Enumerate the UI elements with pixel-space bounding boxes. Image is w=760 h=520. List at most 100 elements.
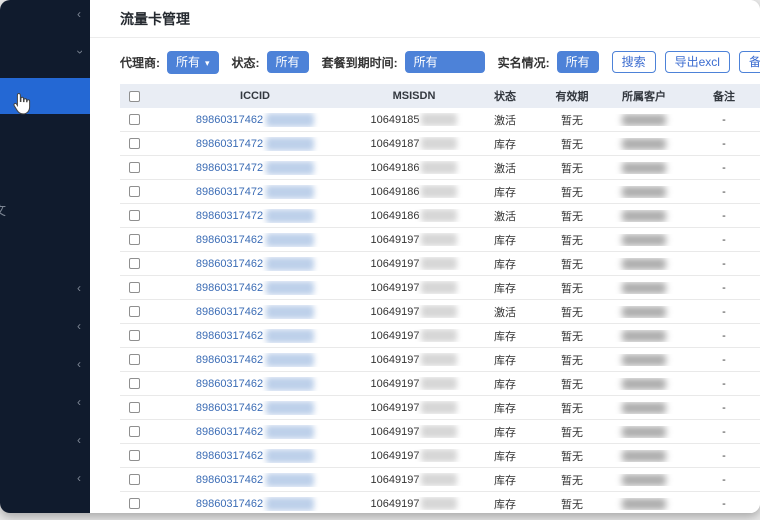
customer-cell — [600, 138, 688, 150]
chevron-left-icon[interactable]: ‹ — [77, 320, 81, 332]
row-checkbox[interactable] — [129, 258, 140, 269]
title-divider — [90, 37, 760, 38]
filter-bar: 代理商: 所有▾ 状态: 所有 套餐到期时间: 所有 实名情况: 所有 搜索 导… — [120, 49, 760, 75]
iccid-link[interactable]: 89860317462 — [196, 258, 263, 270]
iccid-cell: 89860317462 — [148, 353, 362, 367]
validity-cell: 暂无 — [544, 328, 600, 344]
select-all-checkbox[interactable] — [129, 91, 140, 102]
row-checkbox-cell — [120, 138, 148, 149]
redacted-iccid-suffix — [266, 425, 314, 439]
remark-cell: - — [688, 162, 760, 174]
redacted-customer-name — [622, 450, 666, 462]
msisdn-cell: 10649197 — [362, 233, 466, 246]
remark-cell: - — [688, 114, 760, 126]
validity-cell: 暂无 — [544, 112, 600, 128]
row-checkbox[interactable] — [129, 210, 140, 221]
sidebar-collapse-icon[interactable]: ‹ — [77, 8, 81, 20]
status-cell: 激活 — [466, 304, 544, 320]
chevron-left-icon[interactable]: ‹ — [77, 434, 81, 446]
iccid-link[interactable]: 89860317472 — [196, 162, 263, 174]
validity-cell: 暂无 — [544, 208, 600, 224]
redacted-customer-name — [622, 330, 666, 342]
row-checkbox-cell — [120, 282, 148, 293]
filter-agent-dropdown[interactable]: 所有▾ — [167, 51, 219, 74]
msisdn-cell: 10649197 — [362, 473, 466, 486]
row-checkbox[interactable] — [129, 402, 140, 413]
main-content: 流量卡管理 代理商: 所有▾ 状态: 所有 套餐到期时间: 所有 实名情况: 所… — [90, 0, 760, 513]
dropdown-caret-icon: ▾ — [205, 58, 210, 68]
iccid-link[interactable]: 89860317462 — [196, 234, 263, 246]
chevron-down-icon[interactable]: ‹ — [73, 50, 85, 54]
row-checkbox[interactable] — [129, 498, 140, 509]
iccid-link[interactable]: 89860317462 — [196, 282, 263, 294]
msisdn-cell: 10649197 — [362, 353, 466, 366]
iccid-link[interactable]: 89860317472 — [196, 186, 263, 198]
iccid-link[interactable]: 89860317462 — [196, 330, 263, 342]
iccid-link[interactable]: 89860317462 — [196, 426, 263, 438]
table-row: 89860317462 10649197 库存 暂无 - — [120, 324, 760, 348]
msisdn-cell: 10649197 — [362, 425, 466, 438]
iccid-cell: 89860317472 — [148, 209, 362, 223]
customer-cell — [600, 162, 688, 174]
iccid-link[interactable]: 89860317472 — [196, 138, 263, 150]
customer-cell — [600, 426, 688, 438]
iccid-cell: 89860317462 — [148, 497, 362, 511]
row-checkbox[interactable] — [129, 426, 140, 437]
search-button[interactable]: 搜索 — [612, 51, 656, 73]
redacted-iccid-suffix — [266, 161, 314, 175]
validity-cell: 暂无 — [544, 136, 600, 152]
filter-status-button[interactable]: 所有 — [267, 51, 309, 73]
iccid-link[interactable]: 89860317462 — [196, 402, 263, 414]
row-checkbox[interactable] — [129, 306, 140, 317]
redacted-msisdn-suffix — [421, 497, 457, 510]
filter-realname-button[interactable]: 所有 — [557, 51, 599, 73]
row-checkbox[interactable] — [129, 162, 140, 173]
filter-agent: 代理商: 所有▾ — [120, 51, 219, 74]
row-checkbox-cell — [120, 354, 148, 365]
row-checkbox[interactable] — [129, 378, 140, 389]
chevron-left-icon[interactable]: ‹ — [77, 358, 81, 370]
redacted-iccid-suffix — [266, 233, 314, 247]
row-checkbox[interactable] — [129, 354, 140, 365]
row-checkbox[interactable] — [129, 282, 140, 293]
row-checkbox[interactable] — [129, 450, 140, 461]
chevron-left-icon[interactable]: ‹ — [77, 282, 81, 294]
iccid-link[interactable]: 89860317472 — [196, 210, 263, 222]
page-title: 流量卡管理 — [90, 0, 760, 37]
table-row: 89860317462 10649197 库存 暂无 - — [120, 228, 760, 252]
column-header-customer: 所属客户 — [600, 88, 688, 104]
iccid-link[interactable]: 89860317462 — [196, 498, 263, 510]
row-checkbox[interactable] — [129, 474, 140, 485]
iccid-link[interactable]: 89860317462 — [196, 114, 263, 126]
validity-cell: 暂无 — [544, 280, 600, 296]
row-checkbox[interactable] — [129, 114, 140, 125]
row-checkbox[interactable] — [129, 138, 140, 149]
iccid-link[interactable]: 89860317462 — [196, 378, 263, 390]
redacted-msisdn-suffix — [421, 281, 457, 294]
validity-cell: 暂无 — [544, 400, 600, 416]
remark-cell: - — [688, 402, 760, 414]
chevron-left-icon[interactable]: ‹ — [77, 396, 81, 408]
row-checkbox[interactable] — [129, 234, 140, 245]
row-checkbox[interactable] — [129, 330, 140, 341]
customer-cell — [600, 330, 688, 342]
column-header-validity: 有效期 — [544, 88, 600, 104]
remark-button[interactable]: 备注 — [739, 51, 760, 73]
status-cell: 库存 — [466, 448, 544, 464]
remark-cell: - — [688, 306, 760, 318]
iccid-link[interactable]: 89860317462 — [196, 354, 263, 366]
export-excel-button[interactable]: 导出excl — [665, 51, 730, 73]
msisdn-cell: 10649185 — [362, 113, 466, 126]
filter-realname: 实名情况: 所有 — [498, 51, 599, 73]
row-checkbox[interactable] — [129, 186, 140, 197]
sidebar: ‹ ‹ 文 ‹ ‹ ‹ ‹ ‹ ‹ — [0, 0, 90, 513]
filter-expiry-field[interactable]: 所有 — [405, 51, 485, 73]
row-checkbox-cell — [120, 498, 148, 509]
iccid-link[interactable]: 89860317462 — [196, 306, 263, 318]
iccid-link[interactable]: 89860317462 — [196, 474, 263, 486]
iccid-link[interactable]: 89860317462 — [196, 450, 263, 462]
table-row: 89860317462 10649197 库存 暂无 - — [120, 492, 760, 513]
msisdn-cell: 10649197 — [362, 497, 466, 510]
redacted-customer-name — [622, 378, 666, 390]
chevron-left-icon[interactable]: ‹ — [77, 472, 81, 484]
